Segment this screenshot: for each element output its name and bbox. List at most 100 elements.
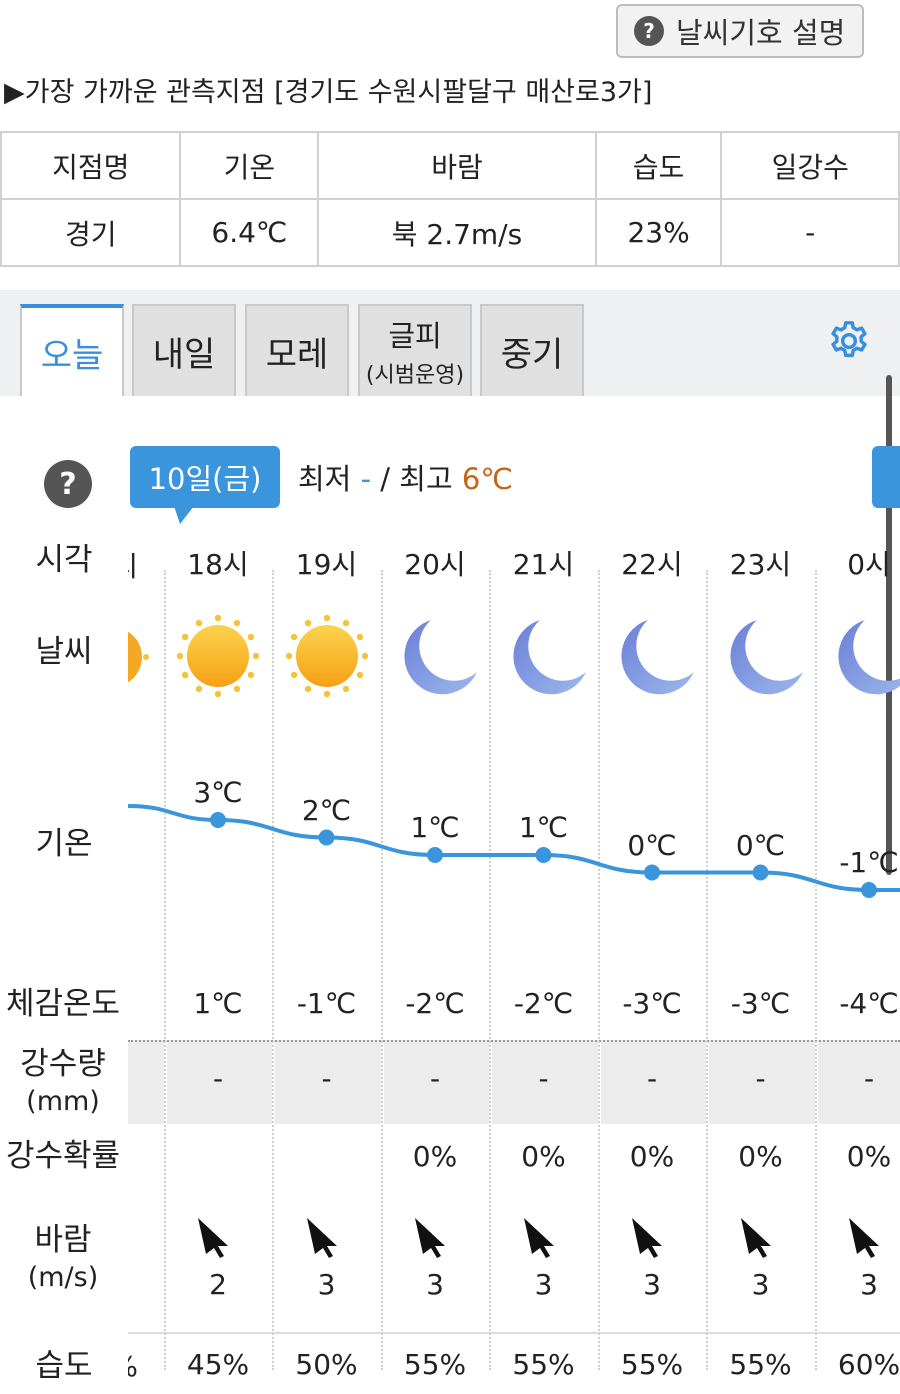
tab-today-label: 오늘	[40, 335, 104, 376]
value-wind: 북 2.7m/s	[317, 198, 597, 267]
hour-time: 0시	[847, 548, 891, 581]
hour-feels-like: -4℃	[839, 987, 899, 1020]
hour-wind-speed: 3	[860, 1268, 878, 1301]
wind-direction-icon	[632, 1218, 662, 1258]
temperature-point	[318, 829, 335, 846]
moon-icon	[838, 620, 900, 695]
moon-icon	[729, 620, 803, 695]
help-icon[interactable]: ?	[44, 460, 92, 508]
min-max-temp: 최저 - / 최고 6℃	[298, 456, 513, 498]
temperature-point	[752, 864, 769, 881]
hour-temp-label: 1℃	[518, 811, 569, 844]
hour-time: 19시	[295, 548, 358, 581]
wind-direction-icon	[415, 1218, 445, 1258]
sun-icon	[176, 614, 260, 698]
hour-feels-like: -1℃	[296, 987, 357, 1020]
observation-value-row: 경기 6.4℃ 북 2.7m/s 23% -	[0, 198, 900, 267]
sun-icon	[285, 614, 368, 698]
hour-humidity: 50%	[295, 1348, 358, 1381]
hour-precip: -	[212, 1062, 224, 1095]
hour-temp-label: 3℃	[193, 776, 243, 809]
label-precip: 강수량 (mm)	[14, 1044, 112, 1119]
tab-tomorrow[interactable]: 내일	[132, 304, 236, 396]
hour-feels-like: -3℃	[730, 987, 791, 1020]
tab-glpi[interactable]: 글피 (시범운영)	[358, 304, 472, 396]
date-bubble: 10일(금)	[130, 446, 280, 524]
nearest-station: ▶가장 가까운 관측지점 [경기도 수원시팔달구 매산로3가]	[4, 77, 653, 108]
hour-feels-like: -2℃	[513, 987, 574, 1020]
header-wind: 바람	[317, 131, 597, 200]
label-wind-text: 바람	[34, 1222, 92, 1258]
hour-precip: -	[755, 1062, 766, 1095]
wind-direction-icon	[523, 1218, 554, 1258]
observation-table: 지점명 기온 바람 습도 일강수 경기 6.4℃ 북 2.7m/s 23% -	[0, 131, 900, 267]
header-rain: 일강수	[720, 131, 900, 200]
label-wind: 바람 (m/s)	[14, 1220, 112, 1295]
hourly-forecast-grid[interactable]: 시%18시 3℃1℃-245%19시 2℃-1℃-350%20시 1℃-2℃-0…	[128, 540, 900, 1394]
tab-tomorrow-label: 내일	[152, 334, 216, 375]
hour-feels-like: 1℃	[193, 987, 243, 1020]
tab-midterm[interactable]: 중기	[480, 304, 584, 396]
hour-wind-speed: 2	[209, 1268, 227, 1301]
hour-pop: 0%	[521, 1140, 566, 1173]
max-value: 6℃	[461, 462, 513, 496]
hour-wind-speed: 3	[426, 1268, 444, 1301]
wind-direction-icon	[198, 1218, 228, 1258]
hour-temp-label: 2℃	[301, 793, 352, 827]
tab-today[interactable]: 오늘	[20, 304, 124, 396]
hour-precip: -	[429, 1062, 441, 1095]
hour-humidity: 55%	[729, 1348, 792, 1381]
moon-icon	[404, 620, 477, 695]
label-precip-unit: (mm)	[26, 1086, 100, 1118]
hour-time: 22시	[621, 548, 683, 581]
hour-humidity: 55%	[512, 1348, 575, 1381]
temperature-point	[861, 882, 877, 898]
observation-header-row: 지점명 기온 바람 습도 일강수	[0, 131, 900, 200]
tab-glpi-label: 글피	[388, 319, 442, 353]
hour-wind-speed: 3	[751, 1268, 770, 1301]
weather-symbol-legend-button[interactable]: ? 날씨기호 설명	[616, 4, 864, 58]
hour-temp-label: 0℃	[627, 828, 677, 862]
tab-day-after[interactable]: 모레	[245, 304, 349, 396]
next-date-bubble[interactable]	[872, 446, 900, 508]
value-station: 경기	[0, 198, 182, 267]
min-label: 최저	[298, 462, 352, 496]
hour-temp-label: -1℃	[839, 846, 899, 879]
hour-pop: 0%	[629, 1140, 675, 1173]
hour-pop: 0%	[412, 1140, 458, 1173]
temperature-point	[535, 847, 552, 863]
hour-precip: -	[538, 1062, 549, 1095]
day-tabs: 오늘 내일 모레 글피 (시범운영) 중기	[0, 290, 900, 396]
hour-precip: -	[863, 1062, 875, 1095]
header-temp: 기온	[179, 131, 320, 200]
tab-midterm-label: 중기	[500, 334, 564, 375]
hour-feels-like: -3℃	[622, 987, 682, 1020]
settings-gear-icon[interactable]	[826, 318, 872, 364]
tab-glpi-sub: (시범운영)	[365, 363, 465, 388]
hour-humidity: 55%	[403, 1348, 467, 1381]
hour-temp-label: 1℃	[410, 811, 460, 844]
hour-wind-speed: 3	[643, 1268, 661, 1301]
separator: /	[380, 462, 391, 496]
label-precip-text: 강수량	[20, 1046, 106, 1082]
hour-feels-like: -2℃	[405, 987, 465, 1020]
wind-direction-icon	[849, 1218, 879, 1258]
hour-wind-speed: 3	[534, 1268, 553, 1301]
wind-direction-icon	[740, 1218, 771, 1258]
legend-button-label: 날씨기호 설명	[676, 16, 846, 50]
label-feels: 체감온도	[6, 986, 121, 1022]
hour-time: 23시	[729, 548, 792, 581]
min-value: -	[360, 462, 372, 496]
hour-precip: -	[321, 1062, 332, 1095]
hour-pop: 0%	[846, 1140, 892, 1173]
moon-icon	[512, 620, 586, 695]
value-rain: -	[720, 198, 900, 267]
temperature-point	[427, 847, 443, 863]
tab-day-after-label: 모레	[265, 334, 329, 375]
question-icon: ?	[634, 16, 664, 46]
moon-icon	[621, 620, 694, 695]
label-temp: 기온	[35, 826, 93, 862]
temperature-point	[644, 864, 660, 881]
hour-time: 21시	[512, 548, 575, 581]
temperature-point	[210, 812, 226, 828]
